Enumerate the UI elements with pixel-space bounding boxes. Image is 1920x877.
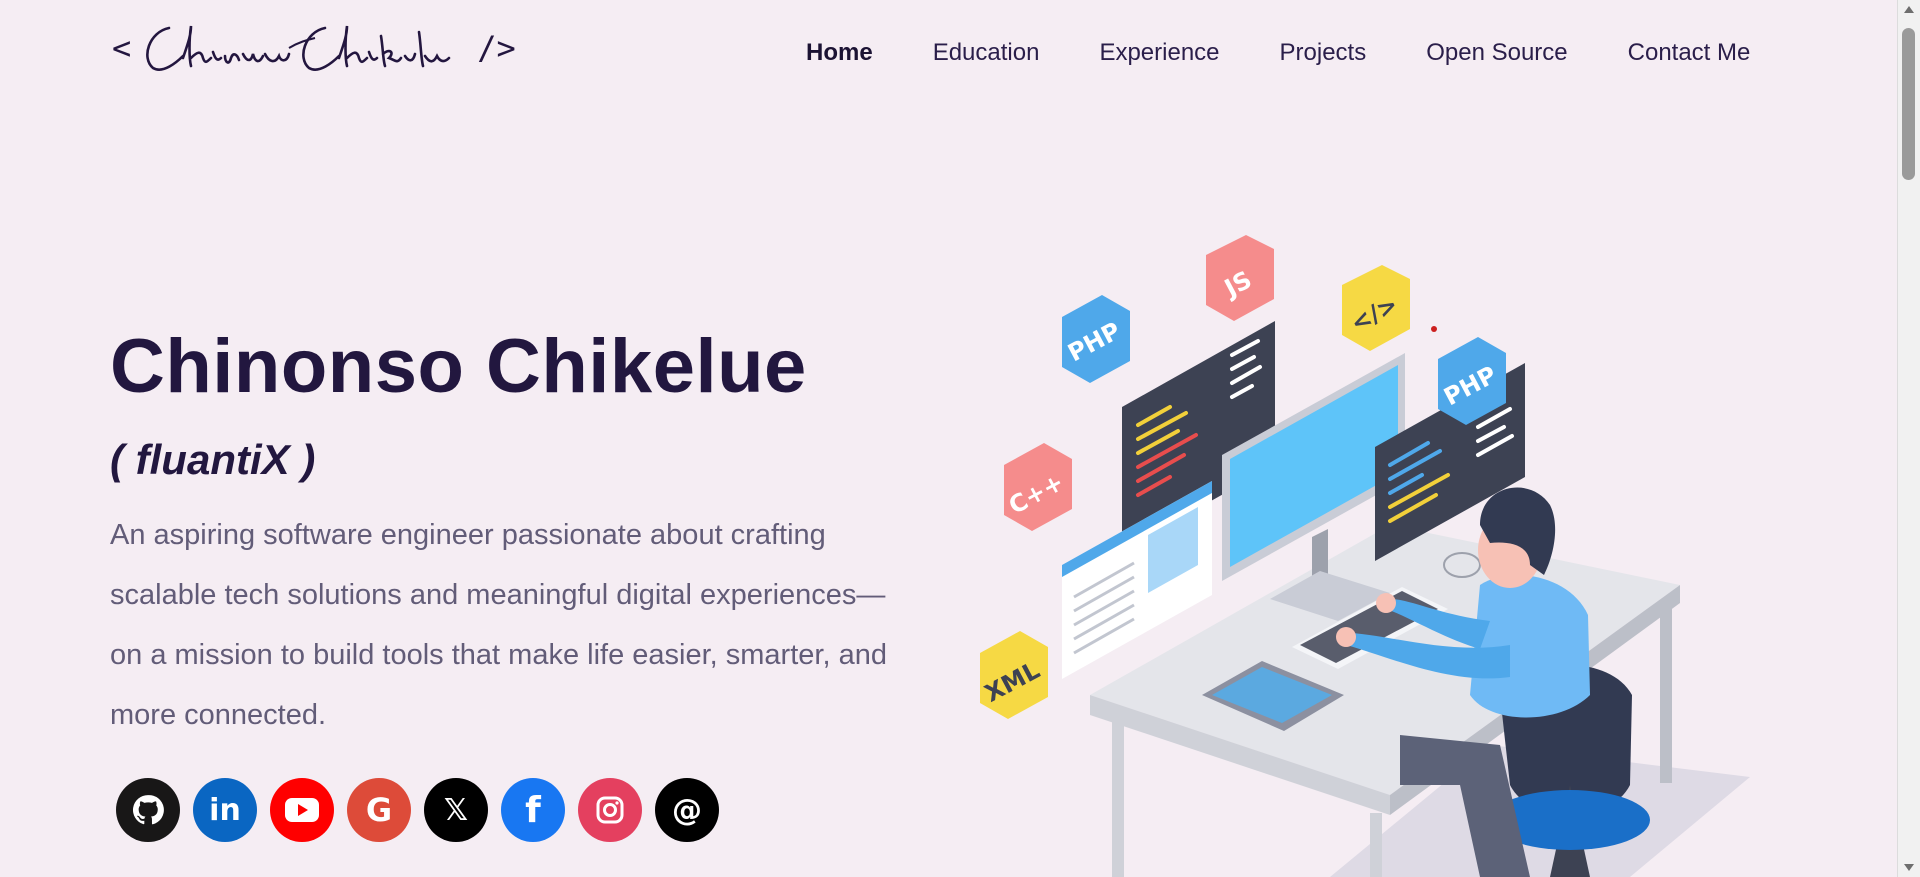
hero-title: Chinonso Chikelue xyxy=(110,324,807,409)
x-icon[interactable]: 𝕏 xyxy=(424,778,488,842)
youtube-icon[interactable] xyxy=(270,778,334,842)
scroll-up-arrow-icon[interactable] xyxy=(1904,6,1914,13)
linkedin-icon[interactable]: in xyxy=(193,778,257,842)
scrollbar-thumb[interactable] xyxy=(1902,28,1915,180)
php-badge-left: PHP xyxy=(1062,295,1130,383)
github-icon[interactable] xyxy=(116,778,180,842)
js-badge: JS xyxy=(1206,235,1274,321)
nav-experience[interactable]: Experience xyxy=(1099,38,1219,68)
cpp-badge: C++ xyxy=(1004,443,1072,531)
portfolio-page: < /> Home Education Experience Projects … xyxy=(0,0,1898,877)
nav-open-source[interactable]: Open Source xyxy=(1426,38,1567,68)
nav-home[interactable]: Home xyxy=(806,38,873,68)
scroll-down-arrow-icon[interactable] xyxy=(1904,864,1914,871)
logo-open-bracket: < xyxy=(112,29,132,67)
signature-logo xyxy=(146,25,451,71)
logo-close-bracket: /> xyxy=(477,29,516,67)
threads-icon[interactable]: @ xyxy=(655,778,719,842)
google-icon[interactable]: G xyxy=(347,778,411,842)
nav-contact-me[interactable]: Contact Me xyxy=(1628,38,1751,68)
xml-badge: XML xyxy=(980,631,1048,719)
main-nav: Home Education Experience Projects Open … xyxy=(806,38,1750,68)
nav-education[interactable]: Education xyxy=(933,38,1040,68)
nav-projects[interactable]: Projects xyxy=(1280,38,1367,68)
page-scrollbar[interactable] xyxy=(1897,0,1920,877)
facebook-icon[interactable]: f xyxy=(501,778,565,842)
hero-bio: An aspiring software engineer passionate… xyxy=(110,519,887,731)
hero-alias: ( fluantiX ) xyxy=(110,436,316,483)
social-links: in G 𝕏 f @ xyxy=(116,778,732,842)
site-logo[interactable]: < /> xyxy=(112,18,516,78)
developer-illustration: PHP JS </> PHP C++ XML xyxy=(980,235,1750,877)
instagram-icon[interactable] xyxy=(578,778,642,842)
code-badge: </> xyxy=(1342,265,1410,351)
